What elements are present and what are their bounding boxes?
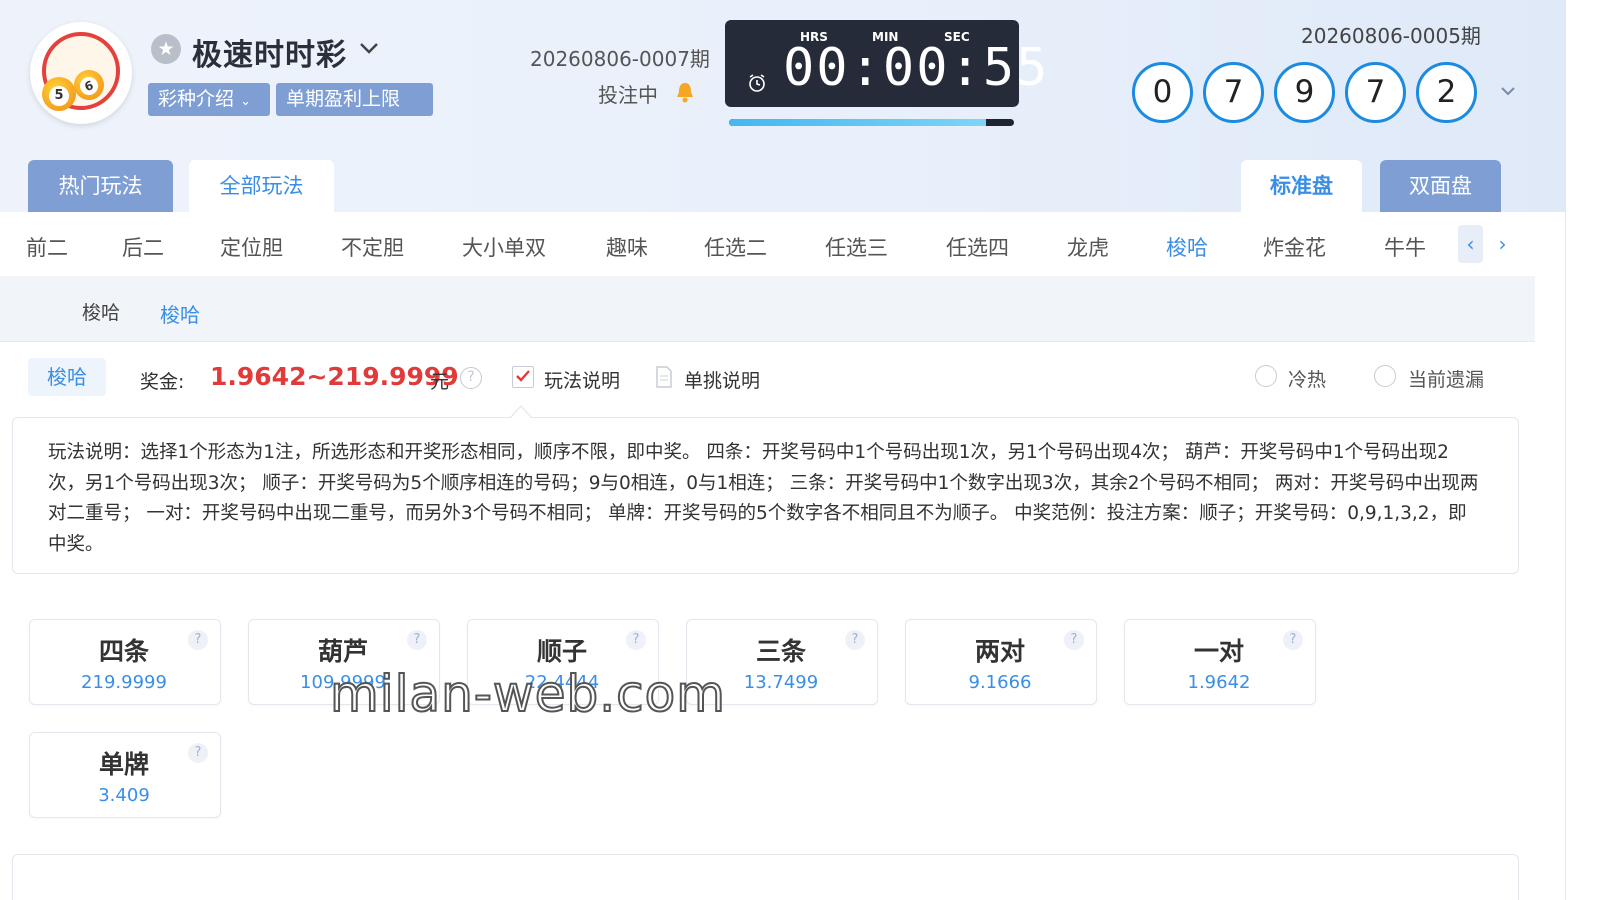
last-issue: 20260806-0005期 — [1301, 24, 1481, 48]
draw-number-ball: 7 — [1345, 62, 1406, 123]
watermark: milan-web.com — [329, 664, 726, 724]
category-next-button[interactable]: › — [1490, 225, 1515, 263]
current-missing-radio[interactable] — [1374, 365, 1396, 387]
hot-cold-label[interactable]: 冷热 — [1288, 365, 1326, 392]
current-issue: 20260806-0007期 — [530, 47, 710, 71]
option-odds: 3.409 — [98, 785, 150, 806]
description-caret-icon — [510, 405, 532, 419]
category-item[interactable]: 任选四 — [946, 232, 1009, 262]
category-item[interactable]: 不定胆 — [341, 232, 404, 262]
option-help-icon[interactable]: ? — [845, 630, 865, 650]
bonus-help-icon[interactable]: ? — [460, 367, 482, 389]
subcategory-item[interactable]: 梭哈 — [160, 299, 200, 328]
profit-limit-button[interactable]: 单期盈利上限 — [276, 83, 433, 116]
bell-icon[interactable] — [675, 81, 695, 103]
category-item[interactable]: 龙虎 — [1067, 232, 1109, 262]
category-item[interactable]: 任选三 — [825, 232, 888, 262]
category-item[interactable]: 趣味 — [606, 232, 648, 262]
logo-ball-icon: 6 — [74, 70, 104, 100]
option-odds: 1.9642 — [1187, 672, 1251, 693]
subcategory-row — [0, 276, 1535, 342]
category-prev-button[interactable]: ‹ — [1458, 225, 1483, 263]
option-help-icon[interactable]: ? — [188, 630, 208, 650]
bet-panel — [12, 854, 1519, 900]
tab-standard[interactable]: 标准盘 — [1241, 160, 1362, 212]
rules-checkbox[interactable] — [512, 366, 534, 388]
category-item[interactable]: 定位胆 — [220, 232, 283, 262]
favorite-star-icon[interactable]: ★ — [151, 34, 181, 64]
bonus-label: 奖金: — [140, 371, 185, 393]
bonus-value: 1.9642~219.9999 — [210, 362, 459, 391]
option-card[interactable]: 四条 219.9999 ? — [29, 619, 221, 705]
logo-ball-number: 5 — [49, 86, 69, 106]
document-icon — [656, 366, 672, 388]
category-item[interactable]: 后二 — [122, 232, 164, 262]
category-item[interactable]: 前二 — [26, 232, 68, 262]
category-item-active[interactable]: 梭哈 — [1166, 232, 1208, 262]
logo-ball-icon: 5 — [42, 77, 76, 111]
draw-history-chevron-icon[interactable] — [1497, 80, 1519, 102]
last-draw-numbers: 0 7 9 7 2 — [1132, 62, 1477, 123]
game-logo: 5 6 — [30, 22, 132, 124]
option-odds: 9.1666 — [968, 672, 1032, 693]
option-help-icon[interactable]: ? — [1283, 630, 1303, 650]
draw-number-ball: 9 — [1274, 62, 1335, 123]
game-page: 5 6 ★ 极速时时彩 彩种介绍 ⌄ 单期盈利上限 20260806-0007期… — [0, 0, 1566, 900]
single-bet-rules-link[interactable]: 单挑说明 — [684, 366, 760, 393]
timer-value: 00:00:55 — [783, 38, 1050, 98]
play-type-pill: 梭哈 — [28, 358, 106, 396]
draw-number-ball: 7 — [1203, 62, 1264, 123]
option-help-icon[interactable]: ? — [626, 630, 646, 650]
option-card[interactable]: 一对 1.9642 ? — [1124, 619, 1316, 705]
option-card[interactable]: 单牌 3.409 ? — [29, 732, 221, 818]
option-odds: 219.9999 — [81, 672, 167, 693]
category-item[interactable]: 任选二 — [704, 232, 767, 262]
game-switch-chevron-icon[interactable] — [357, 36, 381, 60]
game-name[interactable]: 极速时时彩 — [192, 30, 347, 74]
tab-double-sided[interactable]: 双面盘 — [1380, 160, 1501, 212]
tab-hot-plays[interactable]: 热门玩法 — [28, 160, 173, 212]
page-margin — [1566, 0, 1600, 900]
category-item[interactable]: 牛牛 — [1384, 232, 1426, 262]
tab-all-plays[interactable]: 全部玩法 — [189, 160, 334, 212]
draw-number-ball: 2 — [1416, 62, 1477, 123]
checkmark-icon — [516, 370, 530, 382]
option-help-icon[interactable]: ? — [1064, 630, 1084, 650]
hot-cold-radio[interactable] — [1255, 365, 1277, 387]
betting-status: 投注中 — [598, 83, 658, 107]
timer-progress-bar — [729, 119, 1014, 126]
logo-ball-number: 6 — [77, 74, 101, 98]
current-missing-label[interactable]: 当前遗漏 — [1408, 365, 1484, 392]
game-header: 5 6 ★ 极速时时彩 彩种介绍 ⌄ 单期盈利上限 20260806-0007期… — [0, 0, 1565, 212]
option-card[interactable]: 两对 9.1666 ? — [905, 619, 1097, 705]
category-item[interactable]: 炸金花 — [1263, 232, 1326, 262]
category-item[interactable]: 大小单双 — [462, 232, 546, 262]
game-intro-button[interactable]: 彩种介绍 ⌄ — [148, 83, 270, 116]
alarm-clock-icon — [749, 74, 765, 92]
category-bar: 前二 后二 定位胆 不定胆 大小单双 趣味 任选二 任选三 任选四 龙虎 梭哈 … — [0, 212, 1535, 276]
rules-description: 玩法说明：选择1个形态为1注，所选形态和开奖形态相同，顺序不限，即中奖。 四条：… — [12, 417, 1519, 574]
subcategory-group-label: 梭哈 — [82, 302, 121, 324]
countdown-timer: HRS MIN SEC 00:00:55 — [725, 20, 1047, 107]
timer-progress-fill — [729, 119, 986, 126]
option-help-icon[interactable]: ? — [188, 743, 208, 763]
bonus-unit: 元 — [430, 371, 450, 393]
option-help-icon[interactable]: ? — [407, 630, 427, 650]
rules-label[interactable]: 玩法说明 — [544, 366, 620, 393]
draw-number-ball: 0 — [1132, 62, 1193, 123]
